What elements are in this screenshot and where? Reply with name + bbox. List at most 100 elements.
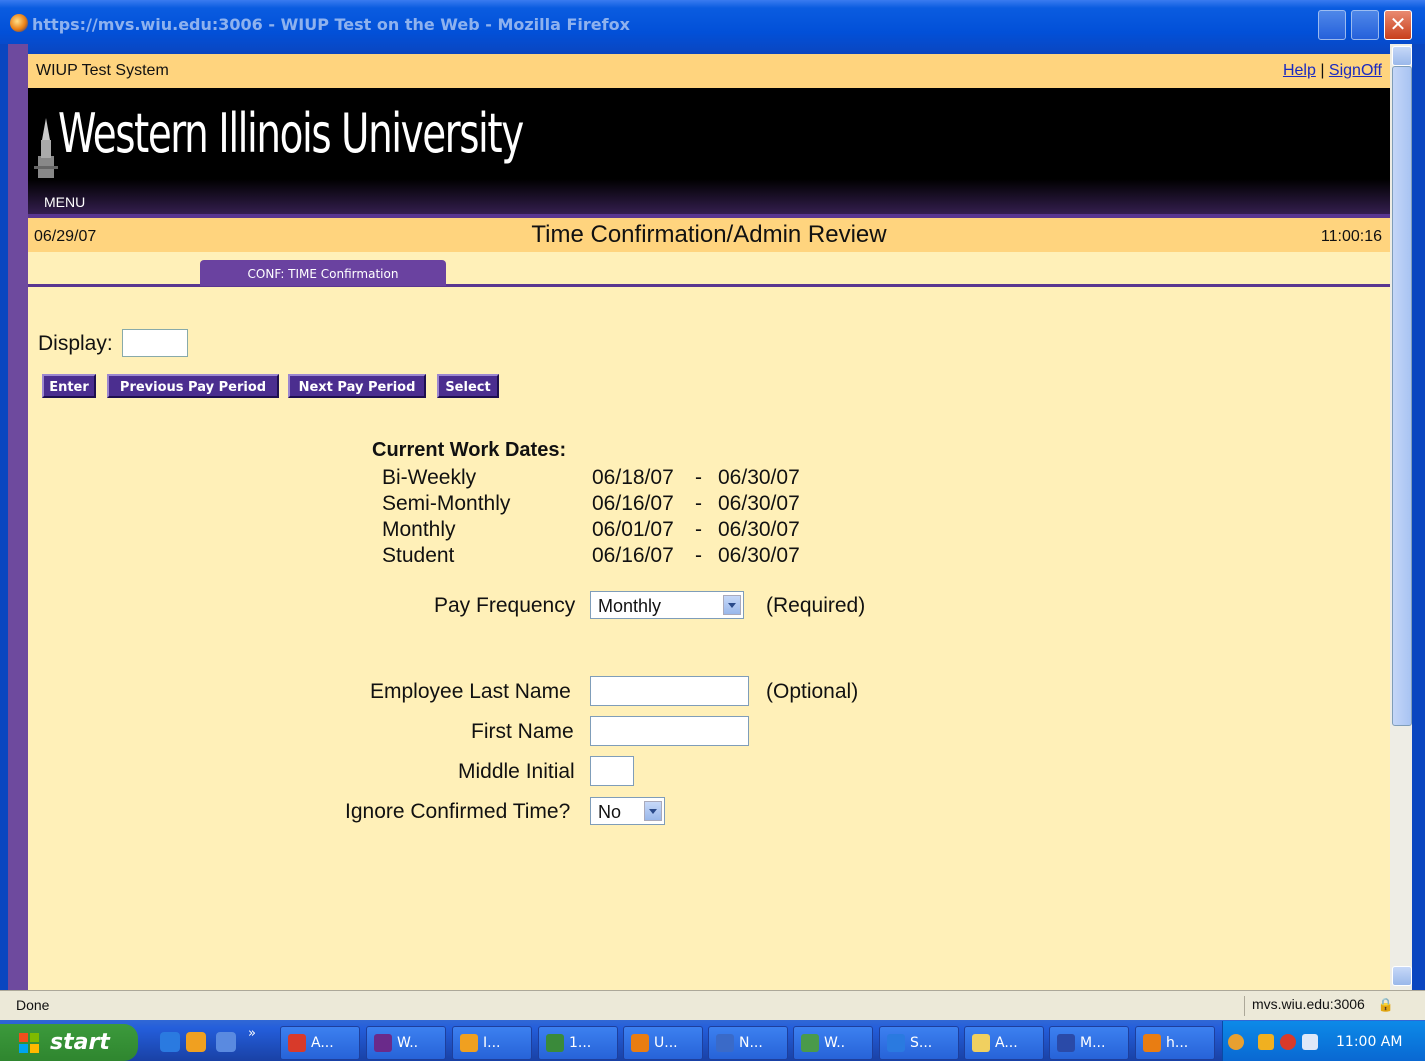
taskbar-task-label: I... bbox=[483, 1035, 501, 1051]
taskbar-clock: 11:00 AM bbox=[1336, 1034, 1403, 1050]
work-date-start: 06/01/07 bbox=[592, 518, 674, 541]
optional-note: (Optional) bbox=[766, 680, 859, 703]
taskbar-task[interactable]: 1... bbox=[538, 1026, 618, 1060]
taskbar-task-label: A... bbox=[995, 1035, 1018, 1051]
taskbar-task[interactable]: S... bbox=[879, 1026, 959, 1060]
system-header-band: WIUP Test System Help | SignOff bbox=[28, 54, 1390, 88]
taskbar-task-label: h... bbox=[1166, 1035, 1189, 1051]
taskbar-task-label: N... bbox=[739, 1035, 763, 1051]
taskbar-task-label: A... bbox=[311, 1035, 334, 1051]
scrollbar-thumb[interactable] bbox=[1392, 66, 1412, 726]
taskbar-task-label: M... bbox=[1080, 1035, 1106, 1051]
window-frame-left bbox=[0, 44, 8, 994]
network-icon bbox=[801, 1034, 819, 1052]
current-work-dates-title: Current Work Dates: bbox=[372, 439, 567, 461]
taskbar-task[interactable]: W.. bbox=[793, 1026, 873, 1060]
taskbar-task[interactable]: M... bbox=[1049, 1026, 1129, 1060]
window-title: https://mvs.wiu.edu:3006 - WIUP Test on … bbox=[32, 15, 630, 34]
taskbar-task-label: S... bbox=[910, 1035, 933, 1051]
required-note: (Required) bbox=[766, 594, 866, 617]
middle-initial-label: Middle Initial bbox=[458, 760, 575, 783]
taskbar-task-label: U... bbox=[654, 1035, 678, 1051]
taskbar-task[interactable]: N... bbox=[708, 1026, 788, 1060]
work-date-end: 06/30/07 bbox=[718, 518, 800, 541]
taskbar-task[interactable]: A... bbox=[280, 1026, 360, 1060]
lock-icon[interactable]: 🔒 bbox=[1378, 997, 1394, 1013]
aim-icon bbox=[288, 1034, 306, 1052]
ignore-confirmed-select[interactable]: No bbox=[590, 797, 665, 825]
work-date-dash: - bbox=[695, 544, 702, 567]
current-time: 11:00:16 bbox=[1320, 228, 1382, 245]
status-host-text: mvs.wiu.edu:3006 bbox=[1252, 996, 1365, 1012]
work-date-start: 06/16/07 bbox=[592, 492, 674, 515]
building-logo-icon bbox=[34, 118, 58, 178]
work-date-name: Monthly bbox=[382, 518, 456, 541]
scroll-up-button[interactable] bbox=[1392, 46, 1412, 66]
minimize-button[interactable] bbox=[1318, 10, 1346, 40]
tray-aim-icon[interactable] bbox=[1280, 1034, 1296, 1050]
app-quicklaunch-icon[interactable] bbox=[216, 1032, 236, 1052]
previous-pay-period-button[interactable]: Previous Pay Period bbox=[107, 374, 279, 398]
work-date-dash: - bbox=[695, 466, 702, 489]
university-banner: Western Illinois University MENU bbox=[28, 88, 1390, 218]
ie-icon bbox=[887, 1034, 905, 1052]
university-logo-text: Western Illinois University bbox=[58, 102, 524, 165]
taskbar-task[interactable]: h... bbox=[1135, 1026, 1215, 1060]
work-date-end: 06/30/07 bbox=[718, 466, 800, 489]
work-date-end: 06/30/07 bbox=[718, 492, 800, 515]
display-label: Display: bbox=[38, 332, 113, 355]
pay-frequency-value: Monthly bbox=[598, 596, 662, 616]
middle-initial-input[interactable] bbox=[590, 756, 634, 786]
work-date-name: Student bbox=[382, 544, 455, 567]
taskbar-task-label: 1... bbox=[569, 1035, 592, 1051]
next-pay-period-button[interactable]: Next Pay Period bbox=[288, 374, 426, 398]
taskbar-task[interactable]: A... bbox=[964, 1026, 1044, 1060]
tab-conf-time-confirmation[interactable]: CONF: TIME Confirmation bbox=[200, 260, 446, 286]
clock-quicklaunch-icon[interactable] bbox=[186, 1032, 206, 1052]
status-text: Done bbox=[16, 997, 50, 1013]
enter-button[interactable]: Enter bbox=[42, 374, 96, 398]
help-links: Help | SignOff bbox=[1283, 62, 1382, 80]
windows-logo-icon bbox=[19, 1033, 39, 1053]
taskbar-task-label: W.. bbox=[397, 1035, 419, 1051]
last-name-input[interactable] bbox=[590, 676, 749, 706]
work-date-dash: - bbox=[695, 492, 702, 515]
menu-link[interactable]: MENU bbox=[44, 194, 85, 210]
first-name-input[interactable] bbox=[590, 716, 749, 746]
work-date-start: 06/18/07 bbox=[592, 466, 674, 489]
firefox-icon bbox=[10, 14, 28, 32]
quicklaunch-overflow[interactable]: » bbox=[248, 1026, 256, 1041]
tray-arrow-icon[interactable] bbox=[1228, 1034, 1244, 1050]
work-date-name: Bi-Weekly bbox=[382, 466, 477, 489]
work-date-dash: - bbox=[695, 518, 702, 541]
status-host: mvs.wiu.edu:3006 🔒 bbox=[1244, 996, 1412, 1016]
tray-clock-icon[interactable] bbox=[1258, 1034, 1274, 1050]
system-name: WIUP Test System bbox=[36, 62, 169, 79]
page-left-border bbox=[8, 44, 28, 994]
link-separator: | bbox=[1320, 62, 1325, 79]
help-link[interactable]: Help bbox=[1283, 62, 1316, 79]
firefox-icon bbox=[631, 1034, 649, 1052]
signoff-link[interactable]: SignOff bbox=[1329, 62, 1382, 79]
first-name-label: First Name bbox=[471, 720, 574, 743]
maximize-button[interactable] bbox=[1351, 10, 1379, 40]
chevron-down-icon[interactable] bbox=[644, 801, 662, 821]
taskbar-task[interactable]: U... bbox=[623, 1026, 703, 1060]
display-input[interactable] bbox=[122, 329, 188, 357]
close-window-button[interactable]: ✕ bbox=[1384, 10, 1412, 40]
terminal-icon bbox=[374, 1034, 392, 1052]
select-button[interactable]: Select bbox=[437, 374, 499, 398]
chevron-down-icon[interactable] bbox=[723, 595, 741, 615]
taskbar-task[interactable]: I... bbox=[452, 1026, 532, 1060]
scroll-down-button[interactable] bbox=[1392, 966, 1412, 986]
work-date-end: 06/30/07 bbox=[718, 544, 800, 567]
taskbar-task[interactable]: W.. bbox=[366, 1026, 446, 1060]
page-header-bar: 06/29/07 Time Confirmation/Admin Review … bbox=[28, 218, 1390, 252]
window-frame-right bbox=[1412, 44, 1425, 994]
ignore-confirmed-label: Ignore Confirmed Time? bbox=[345, 800, 571, 823]
pay-frequency-select[interactable]: Monthly bbox=[590, 591, 744, 619]
last-name-label: Employee Last Name bbox=[370, 680, 571, 703]
tray-network-icon[interactable] bbox=[1302, 1034, 1318, 1050]
ie-quicklaunch-icon[interactable] bbox=[160, 1032, 180, 1052]
work-date-start: 06/16/07 bbox=[592, 544, 674, 567]
